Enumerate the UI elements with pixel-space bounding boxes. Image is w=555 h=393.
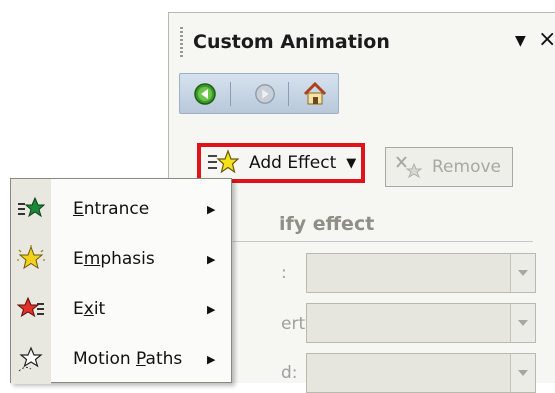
nav-separator [288, 82, 289, 106]
menu-item-motion-paths[interactable]: Motion Paths ▶ [11, 334, 231, 384]
submenu-arrow-icon: ▶ [207, 352, 216, 366]
chevron-down-icon[interactable] [510, 254, 535, 292]
submenu-arrow-icon: ▶ [207, 202, 216, 216]
add-effect-button[interactable]: Add Effect ▼ [197, 143, 365, 183]
forward-arrow-icon [255, 84, 275, 104]
section-divider [233, 241, 533, 242]
back-arrow-icon [194, 83, 216, 105]
property-combobox[interactable] [306, 303, 536, 343]
grip-handle[interactable] [180, 27, 183, 57]
back-button[interactable] [190, 79, 220, 109]
add-effect-star-icon [208, 149, 239, 174]
close-icon[interactable]: × [538, 27, 555, 53]
motion-paths-star-icon [18, 346, 43, 372]
remove-icon [396, 156, 423, 179]
menu-item-exit[interactable]: Exit ▶ [11, 284, 231, 334]
exit-star-icon [17, 296, 44, 318]
speed-label: d: [281, 363, 298, 383]
menu-item-label: Entrance [73, 199, 150, 219]
nav-separator [230, 82, 231, 106]
pane-menu-dropdown-icon[interactable]: ▼ [515, 33, 526, 49]
start-combobox[interactable] [306, 253, 536, 293]
pane-titlebar: Custom Animation ▼ × [169, 13, 555, 73]
submenu-arrow-icon: ▶ [207, 302, 216, 316]
menu-item-label: Motion Paths [73, 349, 183, 369]
remove-button[interactable]: Remove [385, 147, 513, 187]
menu-item-entrance[interactable]: Entrance ▶ [11, 184, 231, 234]
pane-title: Custom Animation [193, 31, 390, 53]
chevron-down-icon[interactable] [510, 304, 535, 342]
modify-effect-heading: ify effect [279, 213, 375, 235]
navigation-bar [179, 73, 339, 114]
emphasis-star-icon [17, 245, 45, 270]
add-effect-label: Add Effect [249, 153, 337, 173]
chevron-down-icon[interactable] [510, 354, 535, 392]
chevron-down-icon: ▼ [346, 155, 357, 171]
add-effect-menu: Entrance ▶ Emphasis ▶ Exit ▶ Motion Path… [10, 178, 232, 384]
menu-item-label: Emphasis [73, 249, 155, 269]
menu-item-emphasis[interactable]: Emphasis ▶ [11, 234, 231, 284]
home-icon [303, 81, 327, 105]
home-button[interactable] [300, 79, 330, 109]
menu-item-label: Exit [73, 299, 106, 319]
forward-button[interactable] [250, 79, 280, 109]
start-label: : [281, 263, 287, 283]
submenu-arrow-icon: ▶ [207, 252, 216, 266]
speed-combobox[interactable] [306, 353, 536, 393]
remove-label: Remove [432, 157, 501, 177]
entrance-star-icon [18, 196, 45, 218]
